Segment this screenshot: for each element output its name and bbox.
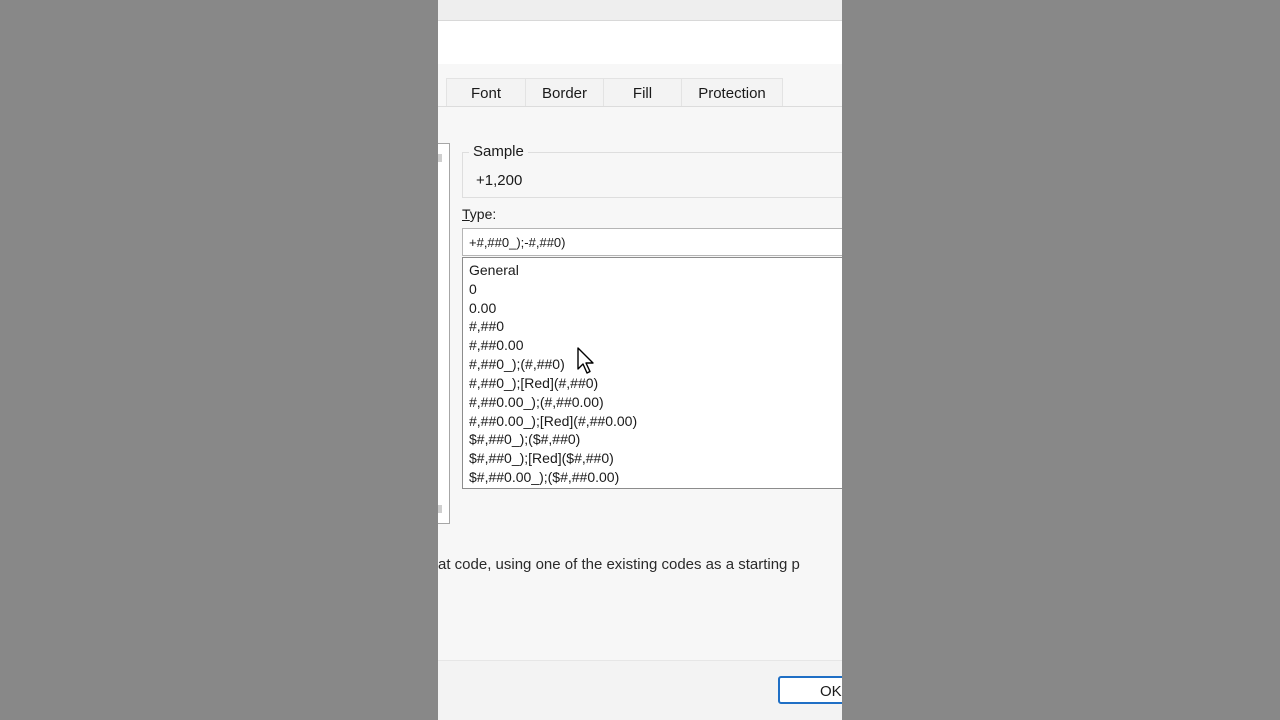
window-top-bar <box>438 0 842 21</box>
dialog-title-area <box>438 21 842 64</box>
type-input[interactable]: +#,##0_);-#,##0) <box>462 228 842 256</box>
left-backdrop <box>0 0 438 720</box>
tab-border[interactable]: Border <box>525 78 604 107</box>
list-item[interactable]: $#,##0_);[Red]($#,##0) <box>469 450 614 466</box>
ok-button[interactable]: OK <box>778 676 842 704</box>
sample-value: +1,200 <box>476 172 523 189</box>
type-label: Type: <box>462 206 496 222</box>
format-cells-dialog: Font Border Fill Protection Sample +1,20… <box>438 0 842 720</box>
list-item[interactable]: #,##0.00_);[Red](#,##0.00) <box>469 413 637 429</box>
right-backdrop <box>842 0 1280 720</box>
tab-font[interactable]: Font <box>446 78 526 107</box>
tab-divider <box>438 106 842 107</box>
format-code-list[interactable]: General 0 0.00 #,##0 #,##0.00 #,##0_);(#… <box>462 257 842 489</box>
tab-protection[interactable]: Protection <box>681 78 783 107</box>
list-item[interactable]: #,##0.00 <box>469 337 524 353</box>
category-list[interactable] <box>438 143 450 524</box>
list-item[interactable]: 0.00 <box>469 300 496 316</box>
list-item[interactable]: #,##0 <box>469 318 504 334</box>
list-item[interactable]: #,##0.00_);(#,##0.00) <box>469 394 604 410</box>
tab-fill[interactable]: Fill <box>603 78 682 107</box>
list-item[interactable]: General <box>469 262 519 278</box>
list-item[interactable]: $#,##0_);($#,##0) <box>469 431 580 447</box>
list-item[interactable]: $#,##0.00_);($#,##0.00) <box>469 469 619 485</box>
sample-label: Sample <box>469 143 528 160</box>
type-label-text: ype: <box>469 206 497 222</box>
mouse-pointer-icon <box>577 347 594 374</box>
list-item[interactable]: 0 <box>469 281 477 297</box>
type-label-accelerator: T <box>462 206 470 222</box>
list-item[interactable]: #,##0_);[Red](#,##0) <box>469 375 598 391</box>
hint-text: at code, using one of the existing codes… <box>438 556 800 573</box>
list-item[interactable]: #,##0_);(#,##0) <box>469 356 565 372</box>
